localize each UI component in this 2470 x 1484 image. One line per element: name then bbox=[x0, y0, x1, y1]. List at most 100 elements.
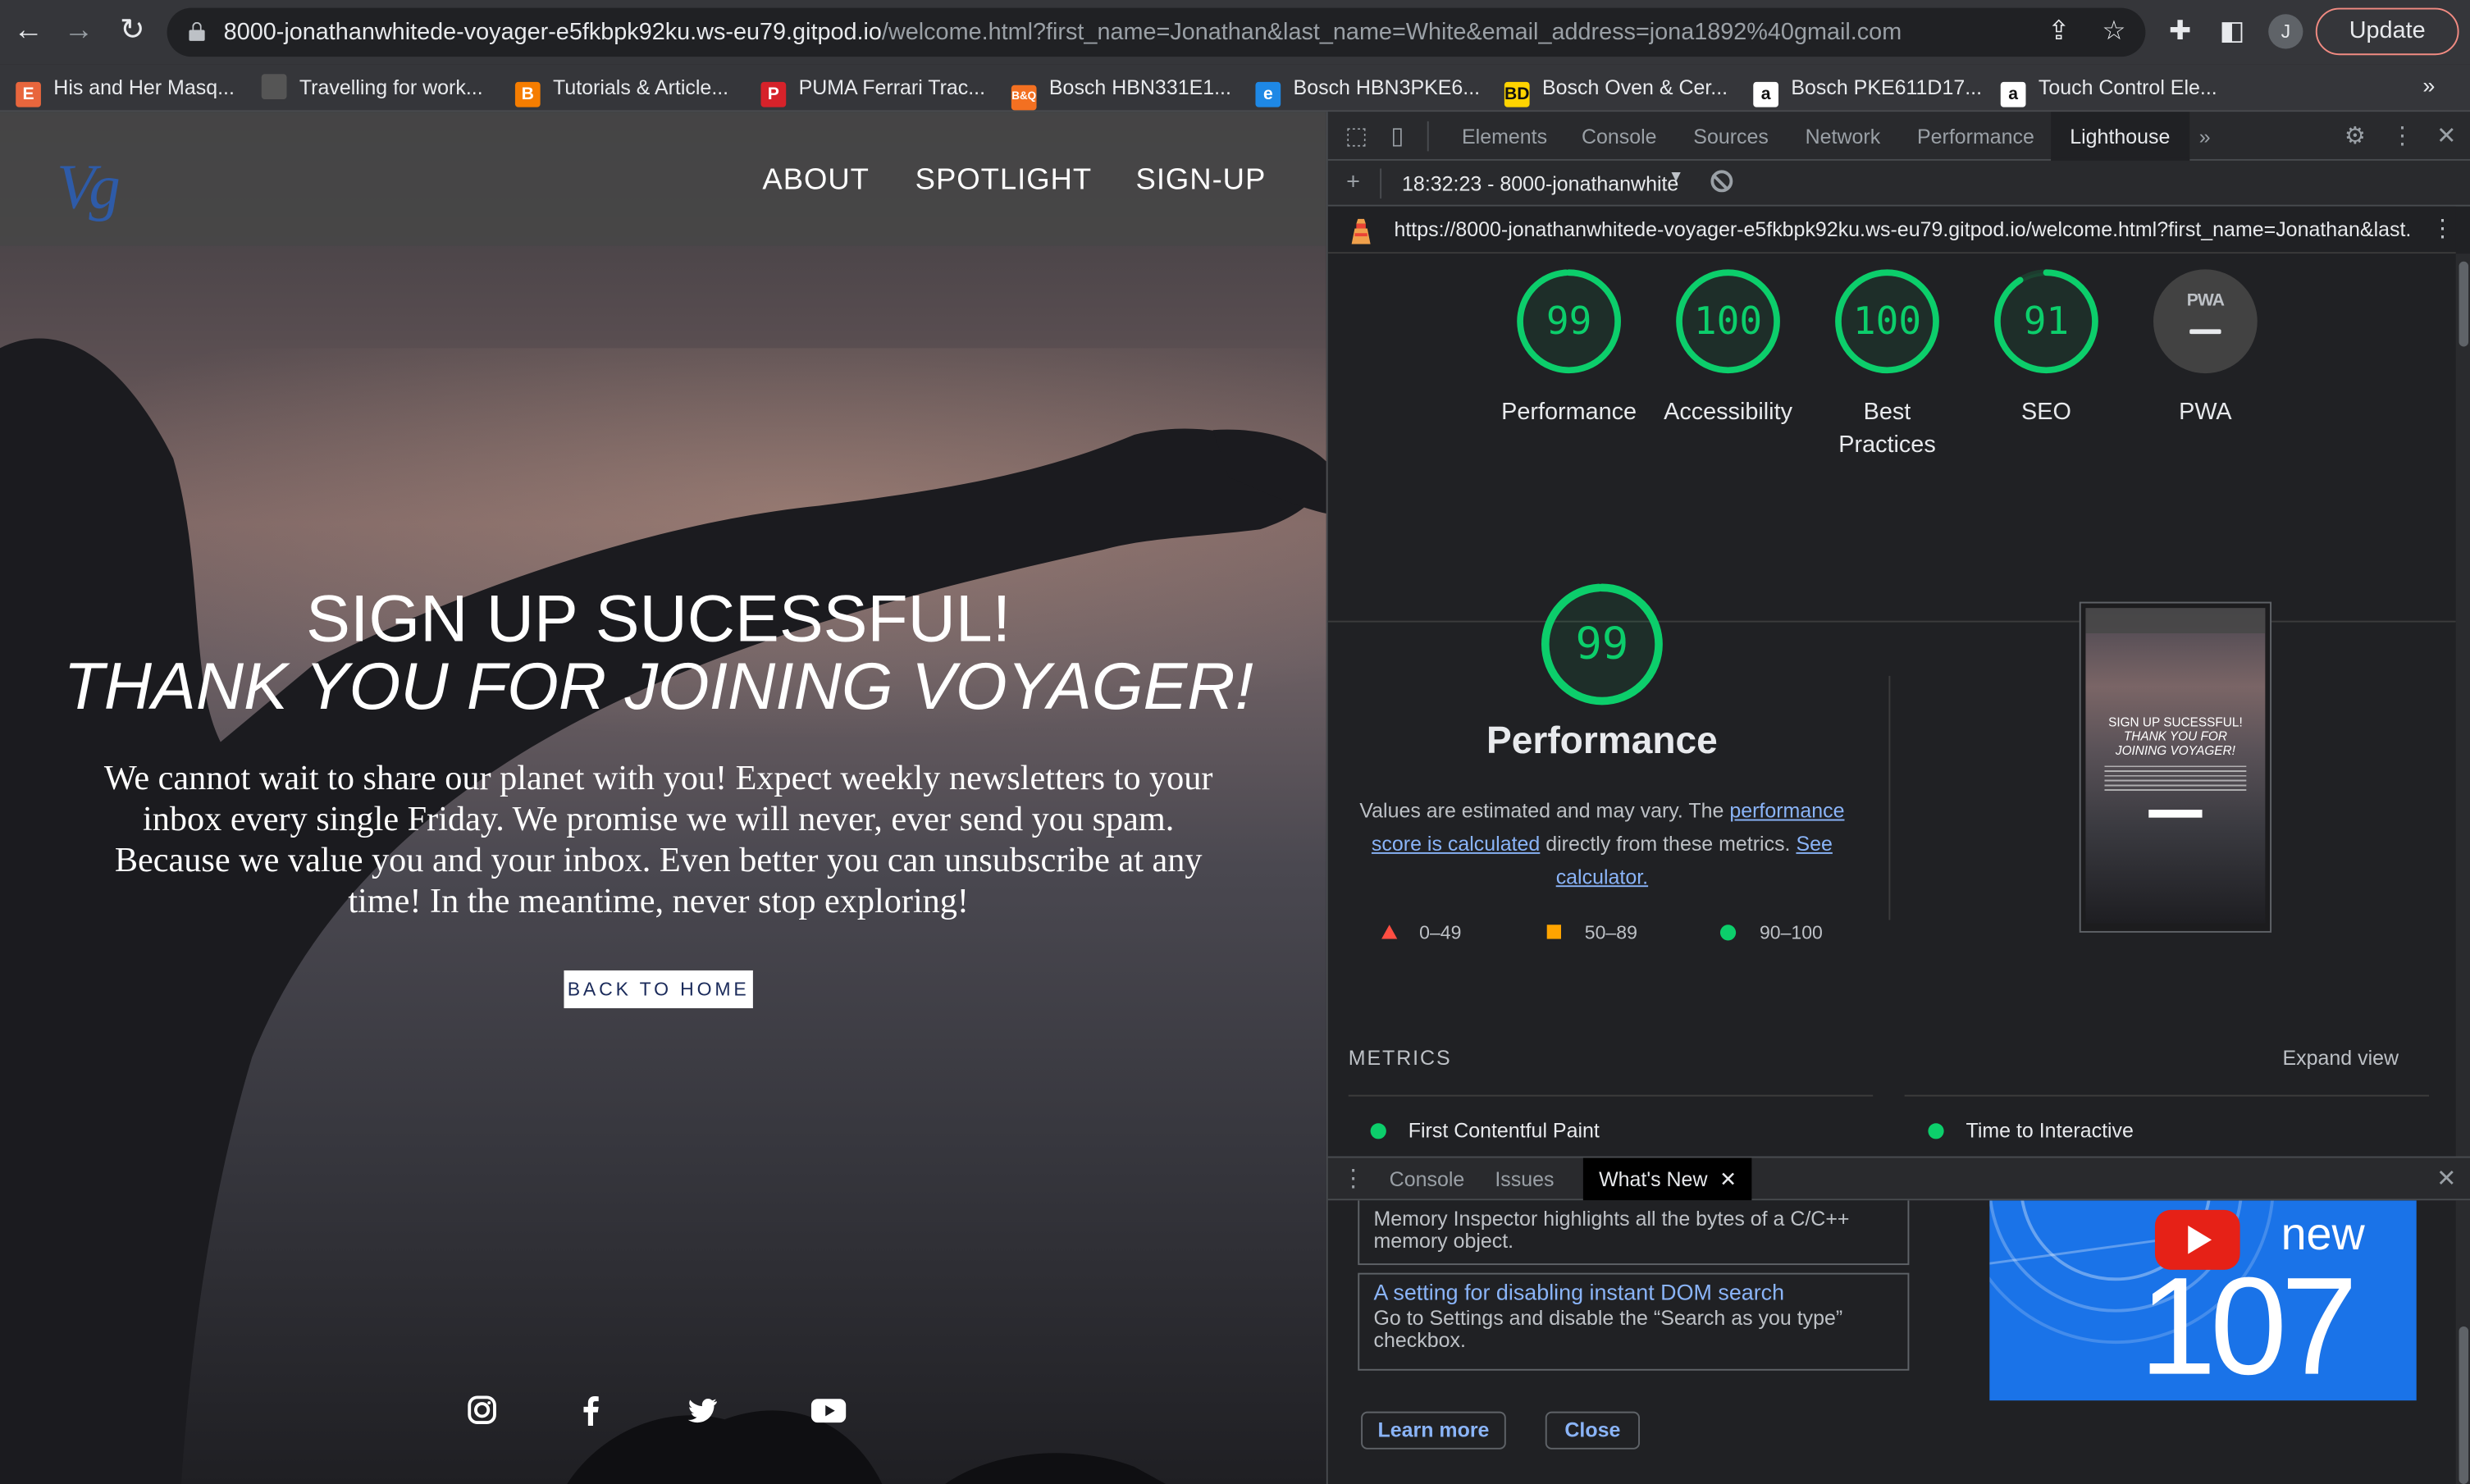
bookmark-label: PUMA Ferrari Trac... bbox=[798, 75, 986, 99]
pwa-label: PWA bbox=[2179, 398, 2232, 426]
hero-heading: SIGN UP SUCESSFUL! THANK YOU FOR JOINING… bbox=[0, 584, 1317, 719]
inspect-element-icon[interactable]: ⬚ bbox=[1340, 121, 1372, 153]
tab-elements[interactable]: Elements bbox=[1462, 112, 1547, 161]
nav-about[interactable]: ABOUT bbox=[762, 164, 869, 199]
close-devtools-icon[interactable]: ✕ bbox=[2431, 121, 2462, 153]
nav-signup[interactable]: SIGN-UP bbox=[1136, 164, 1267, 199]
drawer-tab-issues[interactable]: Issues bbox=[1495, 1158, 1554, 1200]
dom-search-title[interactable]: A setting for disabling instant DOM sear… bbox=[1373, 1279, 1893, 1304]
drawer-menu-icon[interactable]: ⋮ bbox=[1337, 1164, 1368, 1195]
section-divider bbox=[1327, 620, 2456, 623]
drawer-tabbar: ⋮ Console Issues What's New ✕ ✕ bbox=[1327, 1156, 2470, 1201]
thumbnail-image: SIGN UP SUCESSFUL! THANK YOU FOR JOINING… bbox=[2085, 608, 2266, 924]
report-menu-icon[interactable]: ⋮ bbox=[2431, 214, 2454, 243]
bookmark-label: Tutorials & Article... bbox=[553, 75, 729, 99]
dom-search-text: Go to Settings and disable the “Search a… bbox=[1373, 1305, 1843, 1352]
bookmark-item[interactable]: P PUMA Ferrari Trac... bbox=[760, 72, 986, 107]
expand-view-toggle[interactable]: Expand view bbox=[2282, 1046, 2399, 1070]
bookmark-item[interactable]: e Bosch HBN3PKE6... bbox=[1255, 72, 1480, 107]
dom-search-card[interactable]: A setting for disabling instant DOM sear… bbox=[1358, 1272, 1910, 1371]
bookmark-star-icon[interactable]: ☆ bbox=[2098, 16, 2130, 47]
performance-description: Values are estimated and may vary. The p… bbox=[1359, 794, 1844, 893]
performance-large-score: 99 bbox=[1575, 617, 1629, 670]
final-screenshot-thumbnail[interactable]: SIGN UP SUCESSFUL! THANK YOU FOR JOINING… bbox=[2079, 601, 2272, 933]
thumb-navbar bbox=[2085, 608, 2266, 633]
lighthouse-report: 99 Performance 100 Accessibility 100 Best Pra… bbox=[1327, 253, 2456, 1157]
tab-sources[interactable]: Sources bbox=[1693, 112, 1769, 161]
back-to-home-button[interactable]: BACK TO HOME bbox=[564, 970, 753, 1009]
best-practices-score: 100 bbox=[1852, 299, 1922, 344]
devtools-tabbar: ⬚ ▯ Elements Console Sources Network Per… bbox=[1327, 112, 2470, 161]
drawer-scrollbar[interactable] bbox=[2455, 1200, 2470, 1484]
extensions-icon[interactable]: ✚ bbox=[2163, 14, 2198, 48]
performance-title: Performance bbox=[1486, 719, 1718, 763]
address-bar[interactable]: 8000-jonathanwhitede-voyager-e5fkbpk92ku… bbox=[167, 7, 2146, 57]
profile-avatar[interactable]: J bbox=[2268, 14, 2303, 49]
memory-inspector-text: Memory Inspector highlights all the byte… bbox=[1373, 1207, 1850, 1253]
nav-spotlight[interactable]: SPOTLIGHT bbox=[915, 164, 1092, 199]
vertical-divider bbox=[1888, 675, 1891, 920]
close-button[interactable]: Close bbox=[1545, 1411, 1641, 1450]
bookmark-label: Bosch Oven & Cer... bbox=[1541, 75, 1728, 99]
best-practices-gauge[interactable]: 100 bbox=[1832, 267, 1942, 377]
close-tab-icon[interactable]: ✕ bbox=[1719, 1167, 1737, 1191]
bookmark-item[interactable]: Travelling for work... bbox=[261, 72, 483, 103]
pass-dot-icon bbox=[1928, 1123, 1944, 1139]
bookmark-item[interactable]: E His and Her Masq... bbox=[16, 72, 235, 107]
accessibility-label[interactable]: Accessibility bbox=[1641, 395, 1815, 428]
device-toolbar-icon[interactable]: ▯ bbox=[1381, 121, 1413, 153]
bookmark-item[interactable]: BD Bosch Oven & Cer... bbox=[1504, 72, 1728, 107]
tab-lighthouse[interactable]: Lighthouse bbox=[2051, 112, 2189, 161]
settings-gear-icon[interactable]: ⚙ bbox=[2340, 121, 2371, 153]
chevron-down-icon[interactable]: ▼ bbox=[1669, 168, 1684, 185]
site-logo[interactable]: Vg bbox=[57, 149, 121, 223]
bookmark-item[interactable]: B Tutorials & Article... bbox=[514, 72, 729, 107]
legend-pass: 90–100 bbox=[1719, 921, 1823, 943]
back-icon[interactable]: ← bbox=[10, 12, 48, 50]
bookmarks-overflow-icon[interactable]: » bbox=[2422, 72, 2435, 98]
bookmark-item[interactable]: a Touch Control Ele... bbox=[2000, 72, 2217, 107]
seo-label[interactable]: SEO bbox=[1960, 395, 2133, 428]
clear-reports-icon[interactable] bbox=[1710, 170, 1733, 193]
report-scrollbar[interactable] bbox=[2455, 253, 2470, 1157]
website-viewport: Vg ABOUT SPOTLIGHT SIGN-UP SIGN UP SUCES… bbox=[0, 112, 1326, 1484]
tab-console[interactable]: Console bbox=[1582, 112, 1657, 161]
learn-more-button[interactable]: Learn more bbox=[1361, 1411, 1506, 1450]
screen: ← → ↻ 8000-jonathanwhitede-voyager-e5fkb… bbox=[0, 0, 2470, 1484]
tab-network[interactable]: Network bbox=[1806, 112, 1881, 161]
bookmark-favicon-icon bbox=[261, 74, 287, 99]
share-icon[interactable]: ⇪ bbox=[2043, 16, 2075, 47]
drawer-tab-whats-new[interactable]: What's New ✕ bbox=[1582, 1158, 1753, 1201]
lock-icon[interactable] bbox=[189, 21, 205, 41]
url-text[interactable]: 8000-jonathanwhitede-voyager-e5fkbpk92ku… bbox=[224, 19, 1902, 46]
report-url[interactable]: https://8000-jonathanwhitede-voyager-e5f… bbox=[1394, 217, 2410, 241]
drawer-tab-console[interactable]: Console bbox=[1390, 1158, 1465, 1200]
pwa-badge[interactable]: PWA bbox=[2153, 269, 2258, 374]
accessibility-gauge[interactable]: 100 bbox=[1673, 267, 1783, 377]
performance-score: 99 bbox=[1545, 299, 1592, 344]
performance-label[interactable]: Performance bbox=[1482, 395, 1655, 428]
seo-gauge[interactable]: 91 bbox=[1991, 267, 2101, 377]
more-tabs-icon[interactable]: » bbox=[2199, 112, 2211, 161]
youtube-icon[interactable] bbox=[810, 1393, 847, 1427]
close-drawer-icon[interactable]: ✕ bbox=[2431, 1164, 2462, 1195]
report-selector[interactable]: 18:32:23 - 8000-jonathanwhit⁠e bbox=[1402, 171, 1686, 195]
performance-gauge[interactable]: 99 bbox=[1514, 267, 1623, 377]
side-panel-icon[interactable]: ◧ bbox=[2215, 14, 2249, 48]
twitter-icon[interactable] bbox=[685, 1393, 719, 1427]
update-button[interactable]: Update bbox=[2315, 7, 2459, 56]
bookmark-favicon-icon: B&Q bbox=[1011, 84, 1037, 111]
facebook-icon[interactable] bbox=[573, 1393, 608, 1427]
metric-fcp: First Contentful Paint bbox=[1370, 1118, 1600, 1142]
bookmark-label: Travelling for work... bbox=[299, 75, 483, 99]
new-report-icon[interactable]: + bbox=[1337, 167, 1368, 199]
best-practices-label[interactable]: Best Practices bbox=[1801, 395, 1974, 462]
more-options-icon[interactable]: ⋮ bbox=[2386, 121, 2417, 153]
forward-icon[interactable]: → bbox=[60, 12, 98, 50]
instagram-icon[interactable] bbox=[464, 1393, 499, 1427]
bookmark-item[interactable]: a Bosch PKE611D17... bbox=[1753, 72, 1982, 107]
tab-performance[interactable]: Performance bbox=[1917, 112, 2034, 161]
bookmark-item[interactable]: B&Q Bosch HBN331E1... bbox=[1011, 72, 1231, 111]
reload-icon[interactable]: ↻ bbox=[113, 12, 151, 50]
thumb-heading: SIGN UP SUCESSFUL! THANK YOU FOR JOINING… bbox=[2108, 715, 2243, 758]
